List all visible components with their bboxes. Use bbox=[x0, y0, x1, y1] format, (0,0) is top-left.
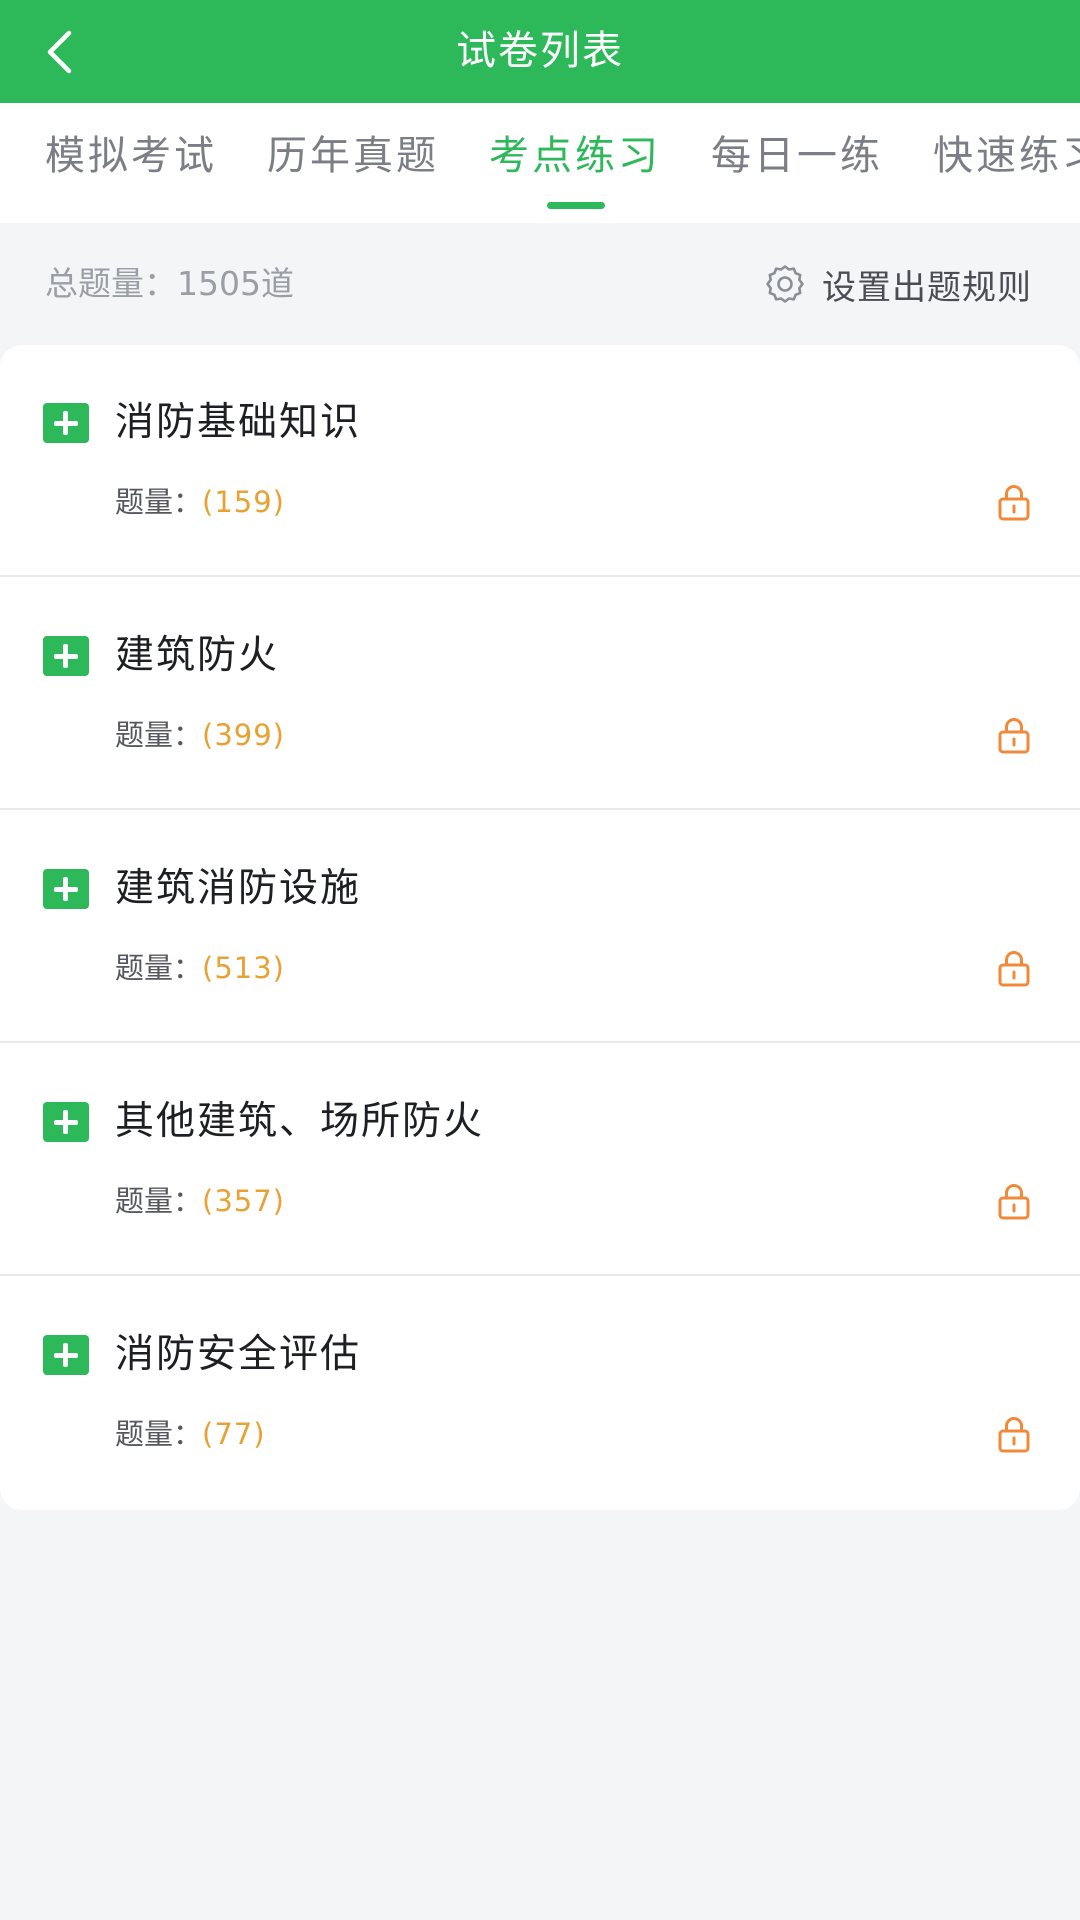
lock-icon[interactable] bbox=[998, 1182, 1030, 1220]
summary-bar: 总题量：1505道 设置出题规则 bbox=[0, 223, 1080, 345]
topic-count: 题量：(159) bbox=[115, 479, 285, 521]
app-header: 试卷列表 bbox=[0, 0, 1080, 103]
divider bbox=[0, 575, 1080, 577]
count-value: (513) bbox=[202, 951, 285, 985]
count-value: (77) bbox=[202, 1417, 266, 1451]
plus-icon[interactable] bbox=[43, 636, 89, 676]
plus-icon[interactable] bbox=[43, 403, 89, 443]
topic-count: 题量：(357) bbox=[115, 1178, 285, 1220]
topic-item[interactable]: 其他建筑、场所防火 题量：(357) bbox=[0, 1044, 1080, 1276]
count-label: 题量： bbox=[115, 1417, 203, 1451]
plus-icon[interactable] bbox=[43, 1102, 89, 1142]
lock-icon[interactable] bbox=[998, 483, 1030, 521]
plus-icon[interactable] bbox=[43, 1335, 89, 1375]
topic-title: 消防基础知识 bbox=[115, 400, 362, 445]
topic-title: 其他建筑、场所防火 bbox=[115, 1099, 485, 1144]
count-label: 题量： bbox=[115, 1184, 203, 1218]
total-question-count: 总题量：1505道 bbox=[45, 264, 294, 303]
topic-list: 消防基础知识 题量：(159) 建筑防火 题量：(399) 建筑消防设施 题量：… bbox=[0, 345, 1080, 1510]
page-title: 试卷列表 bbox=[456, 28, 624, 74]
tab-quick-practice[interactable]: 快速练习 bbox=[933, 103, 1080, 223]
active-tab-indicator bbox=[547, 202, 605, 209]
count-value: (399) bbox=[202, 718, 285, 752]
count-value: (159) bbox=[202, 485, 285, 519]
tab-bar: 模拟考试 历年真题 考点练习 每日一练 快速练习 bbox=[0, 103, 1080, 223]
screen: 试卷列表 模拟考试 历年真题 考点练习 每日一练 快速练习 总题量：1505道 … bbox=[0, 0, 1080, 1920]
divider bbox=[0, 1274, 1080, 1276]
set-rules-label: 设置出题规则 bbox=[822, 267, 1032, 308]
count-label: 题量： bbox=[115, 485, 203, 519]
tab-past-papers[interactable]: 历年真题 bbox=[267, 103, 439, 223]
plus-icon[interactable] bbox=[43, 869, 89, 909]
tab-daily-practice[interactable]: 每日一练 bbox=[711, 103, 883, 223]
count-label: 题量： bbox=[115, 718, 203, 752]
topic-title: 建筑消防设施 bbox=[115, 866, 362, 911]
lock-icon[interactable] bbox=[998, 949, 1030, 987]
topic-item[interactable]: 消防基础知识 题量：(159) bbox=[0, 345, 1080, 577]
topic-count: 题量：(399) bbox=[115, 712, 285, 754]
count-label: 题量： bbox=[115, 951, 203, 985]
topic-item[interactable]: 建筑消防设施 题量：(513) bbox=[0, 811, 1080, 1043]
topic-count: 题量：(77) bbox=[115, 1411, 266, 1453]
set-rules-button[interactable]: 设置出题规则 bbox=[764, 223, 1032, 345]
divider bbox=[0, 1041, 1080, 1043]
divider bbox=[0, 808, 1080, 810]
topic-count: 题量：(513) bbox=[115, 945, 285, 987]
gear-icon bbox=[766, 265, 804, 303]
topic-title: 消防安全评估 bbox=[115, 1332, 362, 1377]
topic-title: 建筑防火 bbox=[115, 633, 280, 678]
lock-icon[interactable] bbox=[998, 1415, 1030, 1453]
lock-icon[interactable] bbox=[998, 716, 1030, 754]
topic-item[interactable]: 消防安全评估 题量：(77) bbox=[0, 1277, 1080, 1509]
topic-item[interactable]: 建筑防火 题量：(399) bbox=[0, 578, 1080, 810]
count-value: (357) bbox=[202, 1184, 285, 1218]
tab-mock-exam[interactable]: 模拟考试 bbox=[45, 103, 217, 223]
